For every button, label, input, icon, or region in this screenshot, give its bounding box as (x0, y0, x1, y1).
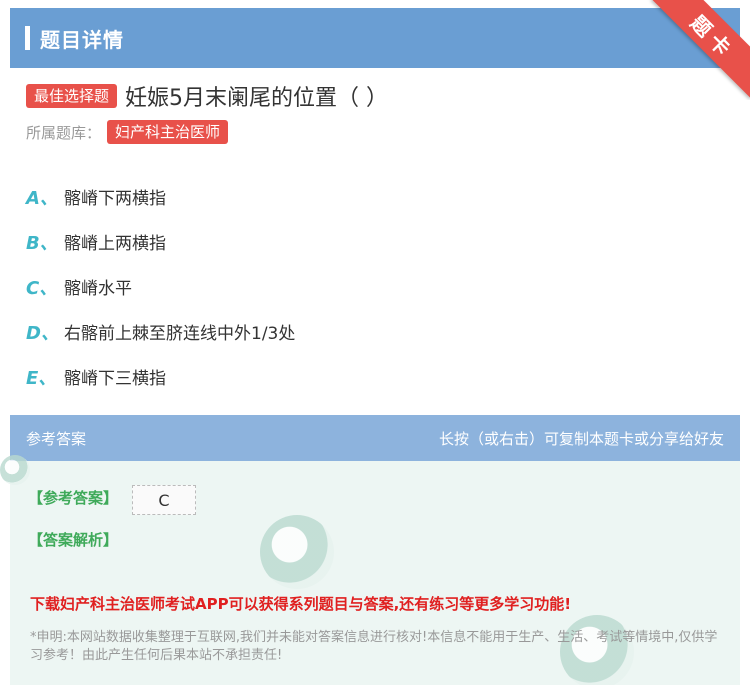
copy-share-hint: 长按（或右击）可复制本题卡或分享给好友 (438, 429, 724, 448)
option-text: 髂嵴上两横指 (64, 234, 166, 254)
bank-row: 所属题库： 妇产科主治医师 (26, 120, 229, 144)
options-list: A、 髂嵴下两横指 B、 髂嵴上两横指 C、 髂嵴水平 D、 右髂前上棘至脐连线… (26, 174, 295, 399)
option-text: 髂嵴下三横指 (64, 369, 166, 389)
reference-answer-value: C (132, 485, 196, 515)
analysis-label: 【答案解析】 (28, 531, 119, 549)
bank-label: 所属题库： (26, 123, 102, 142)
option-text: 髂嵴水平 (64, 279, 132, 299)
option-d[interactable]: D、 右髂前上棘至脐连线中外1/3处 (26, 309, 295, 354)
page-header: 题目详情 (10, 8, 740, 68)
header-accent-bar (25, 26, 30, 50)
option-letter: D、 (26, 322, 59, 344)
option-text: 髂嵴下两横指 (64, 189, 166, 209)
answer-header-title: 参考答案 (26, 429, 87, 448)
answer-panel: 参考答案 长按（或右击）可复制本题卡或分享给好友 【参考答案】 C 【答案解析】… (0, 415, 740, 685)
ribbon-band: 题卡 (651, 0, 750, 99)
option-text: 右髂前上棘至脐连线中外1/3处 (64, 324, 296, 344)
answer-header: 参考答案 长按（或右击）可复制本题卡或分享给好友 (10, 415, 740, 461)
option-e[interactable]: E、 髂嵴下三横指 (26, 354, 295, 399)
disclaimer-text: *申明:本网站数据收集整理于互联网,我们并未能对答案信息进行核对!本信息不能用于… (30, 630, 718, 663)
question-row: 最佳选择题 妊娠5月末阑尾的位置（ ） (26, 80, 388, 112)
option-b[interactable]: B、 髂嵴上两横指 (26, 219, 295, 264)
question-type-badge: 最佳选择题 (26, 84, 118, 108)
bank-badge[interactable]: 妇产科主治医师 (107, 120, 229, 144)
option-letter: C、 (26, 277, 58, 299)
option-a[interactable]: A、 髂嵴下两横指 (26, 174, 295, 219)
reference-answer-label: 【参考答案】 (28, 489, 119, 507)
page-title: 题目详情 (40, 27, 124, 52)
ribbon-label: 题卡 (686, 10, 740, 64)
watermark-logo-icon (0, 455, 30, 485)
option-letter: A、 (26, 187, 58, 209)
download-app-promo[interactable]: 下载妇产科主治医师考试APP可以获得系列题目与答案,还有练习等更多学习功能! (30, 593, 571, 614)
watermark-logo-icon (260, 515, 334, 589)
option-letter: B、 (26, 232, 58, 254)
question-text: 妊娠5月末阑尾的位置（ ） (125, 86, 389, 111)
corner-ribbon: 题卡 (640, 0, 750, 100)
option-c[interactable]: C、 髂嵴水平 (26, 264, 295, 309)
option-letter: E、 (26, 367, 57, 389)
